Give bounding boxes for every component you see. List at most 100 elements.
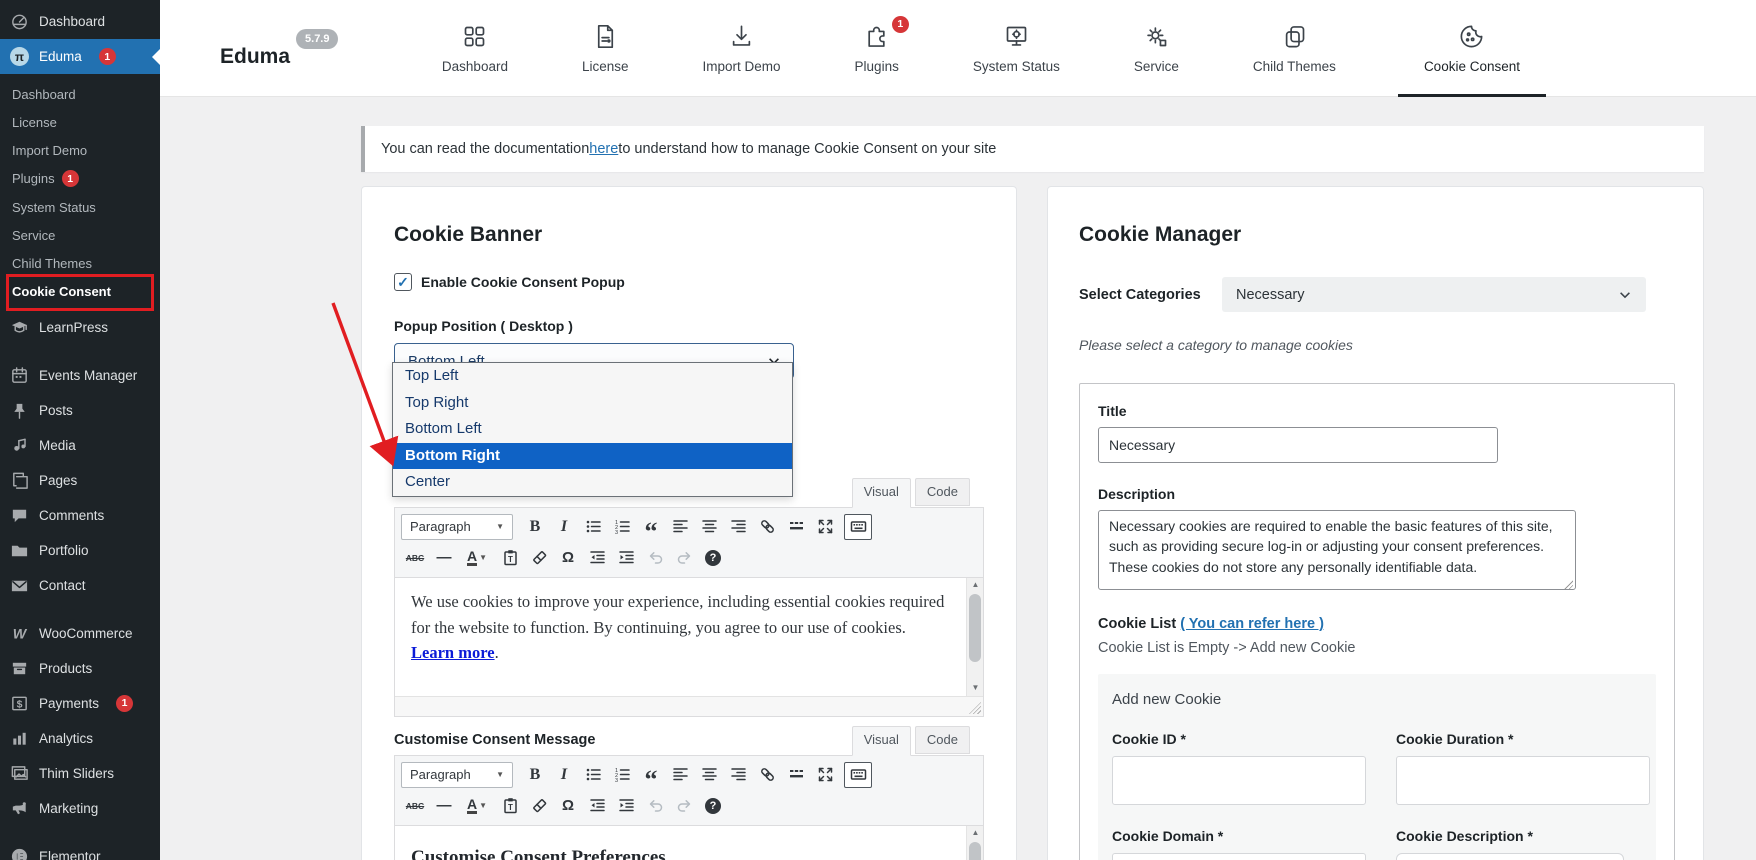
editor2-code-tab[interactable]: Code (915, 726, 970, 754)
numbered-list-button[interactable]: 123 (608, 514, 636, 540)
horizontal-rule-button[interactable]: — (430, 793, 458, 819)
tab-plugins[interactable]: 1 Plugins (843, 0, 911, 97)
bullet-list-button[interactable] (579, 514, 607, 540)
sidebar-item-eduma[interactable]: π Eduma 1 (0, 39, 160, 74)
italic-button[interactable]: I (550, 762, 578, 788)
horizontal-rule-button[interactable]: — (430, 545, 458, 571)
sidebar-sub-dashboard[interactable]: Dashboard (0, 80, 160, 108)
cookie-description-textarea[interactable] (1396, 853, 1624, 860)
sidebar-item-analytics[interactable]: Analytics (0, 721, 160, 756)
sidebar-sub-plugins[interactable]: Plugins1 (0, 164, 160, 193)
editor1-code-tab[interactable]: Code (915, 478, 970, 506)
scroll-thumb[interactable] (969, 594, 981, 662)
cookie-id-input[interactable] (1112, 756, 1366, 805)
sidebar-item-elementor[interactable]: Elementor (0, 839, 160, 860)
indent-button[interactable] (612, 545, 640, 571)
paste-as-text-button[interactable]: T (496, 545, 524, 571)
read-more-button[interactable] (782, 514, 810, 540)
bullet-list-button[interactable] (579, 762, 607, 788)
toolbar-toggle-button[interactable] (844, 514, 872, 540)
numbered-list-button[interactable]: 123 (608, 762, 636, 788)
sidebar-item-pages[interactable]: Pages (0, 463, 160, 498)
tab-import-demo[interactable]: Import Demo (691, 0, 793, 97)
help-button[interactable]: ? (699, 545, 727, 571)
sidebar-sub-child-themes[interactable]: Child Themes (0, 249, 160, 277)
editor2-visual-tab[interactable]: Visual (852, 726, 911, 756)
sidebar-sub-import-demo[interactable]: Import Demo (0, 136, 160, 164)
tab-cookie-consent[interactable]: Cookie Consent (1398, 0, 1546, 97)
sidebar-item-payments[interactable]: $ Payments 1 (0, 686, 160, 721)
customise-message-content[interactable]: Customise Consent Preferences ▲ (395, 826, 983, 860)
cookie-duration-input[interactable] (1396, 756, 1650, 805)
text-color-button[interactable]: A▼ (459, 793, 495, 819)
sidebar-sub-cookie-consent[interactable]: Cookie Consent (0, 277, 160, 305)
enable-popup-checkbox[interactable]: ✓ (394, 273, 412, 291)
blockquote-button[interactable]: “ (637, 514, 665, 540)
outdent-button[interactable] (583, 545, 611, 571)
learn-more-link[interactable]: Learn more (411, 643, 495, 662)
sidebar-item-thim-sliders[interactable]: Thim Sliders (0, 756, 160, 791)
special-character-button[interactable]: Ω (554, 545, 582, 571)
undo-button[interactable] (641, 793, 669, 819)
indent-button[interactable] (612, 793, 640, 819)
sidebar-item-events-manager[interactable]: Events Manager (0, 358, 160, 393)
link-button[interactable] (753, 514, 781, 540)
special-character-button[interactable]: Ω (554, 793, 582, 819)
align-left-button[interactable] (666, 762, 694, 788)
tab-child-themes[interactable]: Child Themes (1241, 0, 1348, 97)
sidebar-item-contact[interactable]: Contact (0, 568, 160, 603)
align-center-button[interactable] (695, 762, 723, 788)
consent-message-content[interactable]: We use cookies to improve your experienc… (395, 578, 983, 696)
bold-button[interactable]: B (521, 514, 549, 540)
fullscreen-button[interactable] (811, 514, 839, 540)
read-more-button[interactable] (782, 762, 810, 788)
bold-button[interactable]: B (521, 762, 549, 788)
sidebar-item-media[interactable]: Media (0, 428, 160, 463)
option-center[interactable]: Center (393, 469, 792, 496)
sidebar-sub-service[interactable]: Service (0, 221, 160, 249)
sidebar-sub-system-status[interactable]: System Status (0, 193, 160, 221)
sidebar-item-learnpress[interactable]: LearnPress (0, 310, 160, 345)
option-top-right[interactable]: Top Right (393, 390, 792, 417)
option-bottom-left[interactable]: Bottom Left (393, 416, 792, 443)
cookie-domain-input[interactable] (1112, 853, 1366, 860)
help-button[interactable]: ? (699, 793, 727, 819)
option-bottom-right[interactable]: Bottom Right (393, 443, 792, 470)
category-select[interactable]: Necessary (1222, 277, 1646, 312)
category-title-input[interactable] (1098, 427, 1498, 463)
paragraph-format-select[interactable]: Paragraph▼ (401, 762, 513, 788)
fullscreen-button[interactable] (811, 762, 839, 788)
sidebar-item-products[interactable]: Products (0, 651, 160, 686)
italic-button[interactable]: I (550, 514, 578, 540)
undo-button[interactable] (641, 545, 669, 571)
blockquote-button[interactable]: “ (637, 762, 665, 788)
scroll-thumb[interactable] (969, 842, 981, 860)
align-left-button[interactable] (666, 514, 694, 540)
tab-license[interactable]: License (570, 0, 641, 97)
clear-formatting-button[interactable] (525, 545, 553, 571)
sidebar-item-woocommerce[interactable]: W WooCommerce (0, 616, 160, 651)
outdent-button[interactable] (583, 793, 611, 819)
editor2-scrollbar[interactable]: ▲ (966, 826, 983, 860)
option-top-left[interactable]: Top Left (393, 363, 792, 390)
documentation-link[interactable]: here (589, 141, 618, 157)
sidebar-item-portfolio[interactable]: Portfolio (0, 533, 160, 568)
tab-service[interactable]: Service (1122, 0, 1191, 97)
sidebar-item-dashboard[interactable]: Dashboard (0, 0, 160, 39)
align-center-button[interactable] (695, 514, 723, 540)
redo-button[interactable] (670, 793, 698, 819)
align-right-button[interactable] (724, 514, 752, 540)
tab-dashboard[interactable]: Dashboard (430, 0, 520, 97)
scroll-up-icon[interactable]: ▲ (967, 578, 983, 593)
tab-system-status[interactable]: System Status (961, 0, 1072, 97)
scroll-down-icon[interactable]: ▼ (967, 681, 983, 696)
toolbar-toggle-button[interactable] (844, 762, 872, 788)
strikethrough-button[interactable]: ABC (401, 793, 429, 819)
strikethrough-button[interactable]: ABC (401, 545, 429, 571)
paste-as-text-button[interactable]: T (496, 793, 524, 819)
scroll-up-icon[interactable]: ▲ (967, 826, 983, 841)
paragraph-format-select[interactable]: Paragraph▼ (401, 514, 513, 540)
editor1-visual-tab[interactable]: Visual (852, 478, 911, 508)
sidebar-item-comments[interactable]: Comments (0, 498, 160, 533)
link-button[interactable] (753, 762, 781, 788)
